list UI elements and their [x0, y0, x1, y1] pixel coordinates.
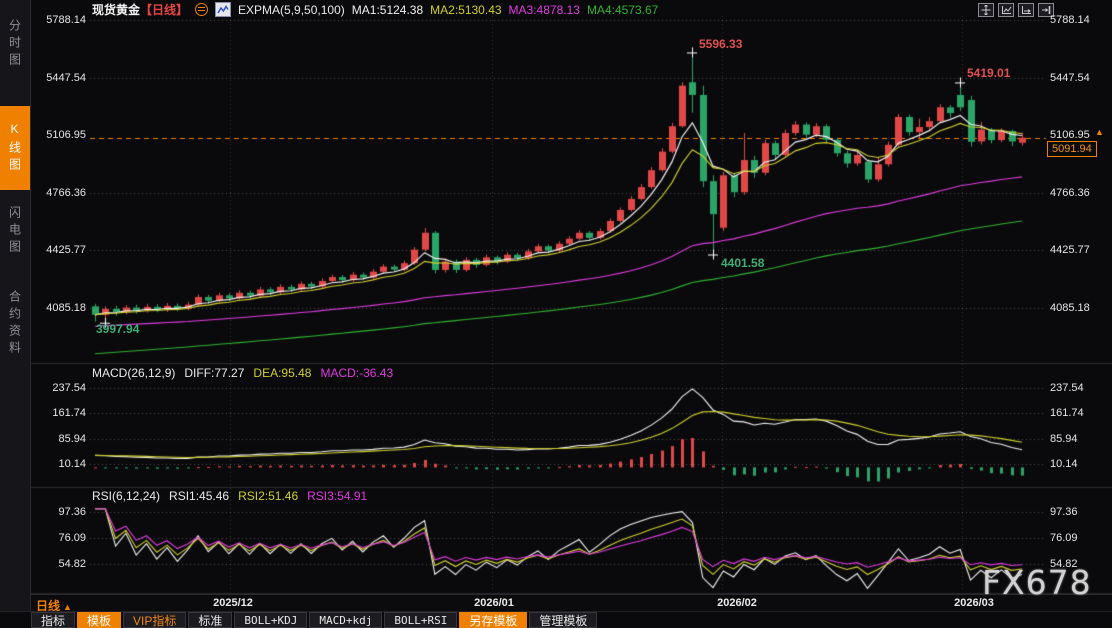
- macd-axis-label: 85.94: [1050, 432, 1078, 445]
- macd-dea-value: DEA:95.48: [253, 366, 312, 380]
- chart-toolbar: [978, 3, 1054, 17]
- macd-axis-label: 161.74: [52, 407, 86, 420]
- macd-macd-value: MACD:-36.43: [320, 366, 394, 380]
- price-axis-label: 4766.36: [1050, 186, 1090, 199]
- axis-pan-icon[interactable]: [1018, 3, 1034, 17]
- tab-vip-indicators[interactable]: VIP指标: [123, 612, 187, 628]
- price-axis-label: 4425.77: [46, 244, 86, 257]
- x-axis-date-label: 2026/01: [474, 597, 514, 609]
- x-axis-row: 日线 ▲ 2025/12 2026/01 2026/02 2026/03: [0, 594, 1112, 613]
- tab-save-template[interactable]: 另存模板: [459, 612, 528, 628]
- trading-app-window: 分时图 K线图 闪电图 合约资料 现货黄金【日线】 EXPMA(5,9,50,1…: [0, 0, 1112, 628]
- tab-macd-kdj[interactable]: MACD+kdj: [309, 612, 383, 628]
- price-axis-label: 4085.18: [1050, 301, 1090, 314]
- tab-indicators[interactable]: 指标: [31, 612, 76, 628]
- sidebar-item-lightning-chart[interactable]: 闪电图: [0, 193, 30, 269]
- indicator-label: EXPMA(5,9,50,100): [238, 2, 345, 17]
- price-axis-label: 5788.14: [46, 14, 86, 26]
- symbol-name: 现货黄金: [92, 3, 141, 17]
- rsi-axis-label: 76.09: [58, 531, 86, 544]
- macd-axis-label: 85.94: [58, 432, 86, 445]
- high-annotation-5596: 5596.33: [699, 37, 743, 51]
- rsi1-value: RSI1:45.46: [169, 489, 230, 503]
- sidebar-item-kline-chart[interactable]: K线图: [0, 106, 30, 190]
- rsi2-value: RSI2:51.46: [238, 489, 299, 503]
- tab-boll-rsi[interactable]: BOLL+RSI: [384, 612, 458, 628]
- macd-axis-label: 10.14: [58, 458, 86, 470]
- ma1-value: MA1:5124.38: [351, 2, 424, 17]
- macd-axis-label: 237.54: [52, 382, 86, 394]
- period-tag: 【日线】: [140, 3, 189, 17]
- ma4-value: MA4:4573.67: [586, 2, 659, 17]
- macd-axis-label: 10.14: [1050, 458, 1078, 470]
- sidebar-item-contract-info[interactable]: 合约资料: [0, 274, 30, 374]
- symbol-title: 现货黄金【日线】: [92, 1, 188, 18]
- chart-header: 现货黄金【日线】 EXPMA(5,9,50,100) MA1:5124.38 M…: [92, 2, 658, 17]
- high-annotation-5419: 5419.01: [967, 66, 1011, 80]
- macd-panel-header: MACD(26,12,9) DIFF:77.27 DEA:95.48 MACD:…: [92, 366, 393, 380]
- ma3-value: MA3:4878.13: [508, 2, 580, 17]
- tab-templates[interactable]: 模板: [77, 612, 122, 628]
- chart-canvas[interactable]: [0, 0, 1112, 628]
- settings-circle-icon[interactable]: [195, 3, 209, 16]
- rsi-axis-label: 54.82: [58, 557, 86, 570]
- latest-price-arrow-icon[interactable]: ▲: [1095, 127, 1104, 137]
- current-price-badge: 5091.94: [1047, 141, 1097, 157]
- price-axis-label: 4425.77: [1050, 244, 1090, 257]
- price-axis-label: 4085.18: [46, 301, 86, 314]
- price-axis-label: 5447.54: [1050, 71, 1090, 84]
- tab-manage-template[interactable]: 管理模板: [529, 612, 598, 628]
- price-axis-label: 4766.36: [46, 186, 86, 199]
- mini-chart-icon[interactable]: [215, 2, 232, 17]
- rsi-axis-label: 97.36: [58, 506, 86, 518]
- rsi3-value: RSI3:54.91: [307, 489, 368, 503]
- fx678-watermark: FX678: [982, 563, 1092, 602]
- price-axis-label: 5106.95: [46, 129, 86, 142]
- macd-axis-label: 237.54: [1050, 382, 1084, 394]
- rsi-axis-label: 97.36: [1050, 506, 1078, 518]
- macd-title: MACD(26,12,9): [92, 366, 176, 380]
- price-axis-label: 5788.14: [1050, 14, 1090, 26]
- tab-standard[interactable]: 标准: [188, 612, 233, 628]
- rsi-panel-header: RSI(6,12,24) RSI1:45.46 RSI2:51.46 RSI3:…: [92, 489, 367, 503]
- move-icon[interactable]: [978, 3, 994, 17]
- sidebar-item-time-chart[interactable]: 分时图: [0, 5, 30, 83]
- macd-axis-label: 161.74: [1050, 407, 1084, 420]
- tab-boll-kdj[interactable]: BOLL+KDJ: [234, 612, 308, 628]
- left-sidebar: 分时图 K线图 闪电图 合约资料: [0, 0, 31, 628]
- ma2-value: MA2:5130.43: [430, 2, 502, 17]
- x-axis-date-label: 2026/02: [717, 597, 757, 609]
- rsi-axis-label: 76.09: [1050, 531, 1078, 544]
- price-axis-label: 5447.54: [46, 71, 86, 84]
- macd-diff-value: DIFF:77.27: [184, 366, 245, 380]
- footer-tab-bar: 指标 模板 VIP指标 标准 BOLL+KDJ MACD+kdj BOLL+RS…: [0, 611, 1112, 628]
- x-axis-date-label: 2025/12: [213, 597, 253, 609]
- axis-zoom-icon[interactable]: [998, 3, 1014, 17]
- low-annotation-4401: 4401.58: [721, 256, 765, 270]
- rsi-title: RSI(6,12,24): [92, 489, 161, 503]
- low-annotation-3997: 3997.94: [96, 322, 140, 336]
